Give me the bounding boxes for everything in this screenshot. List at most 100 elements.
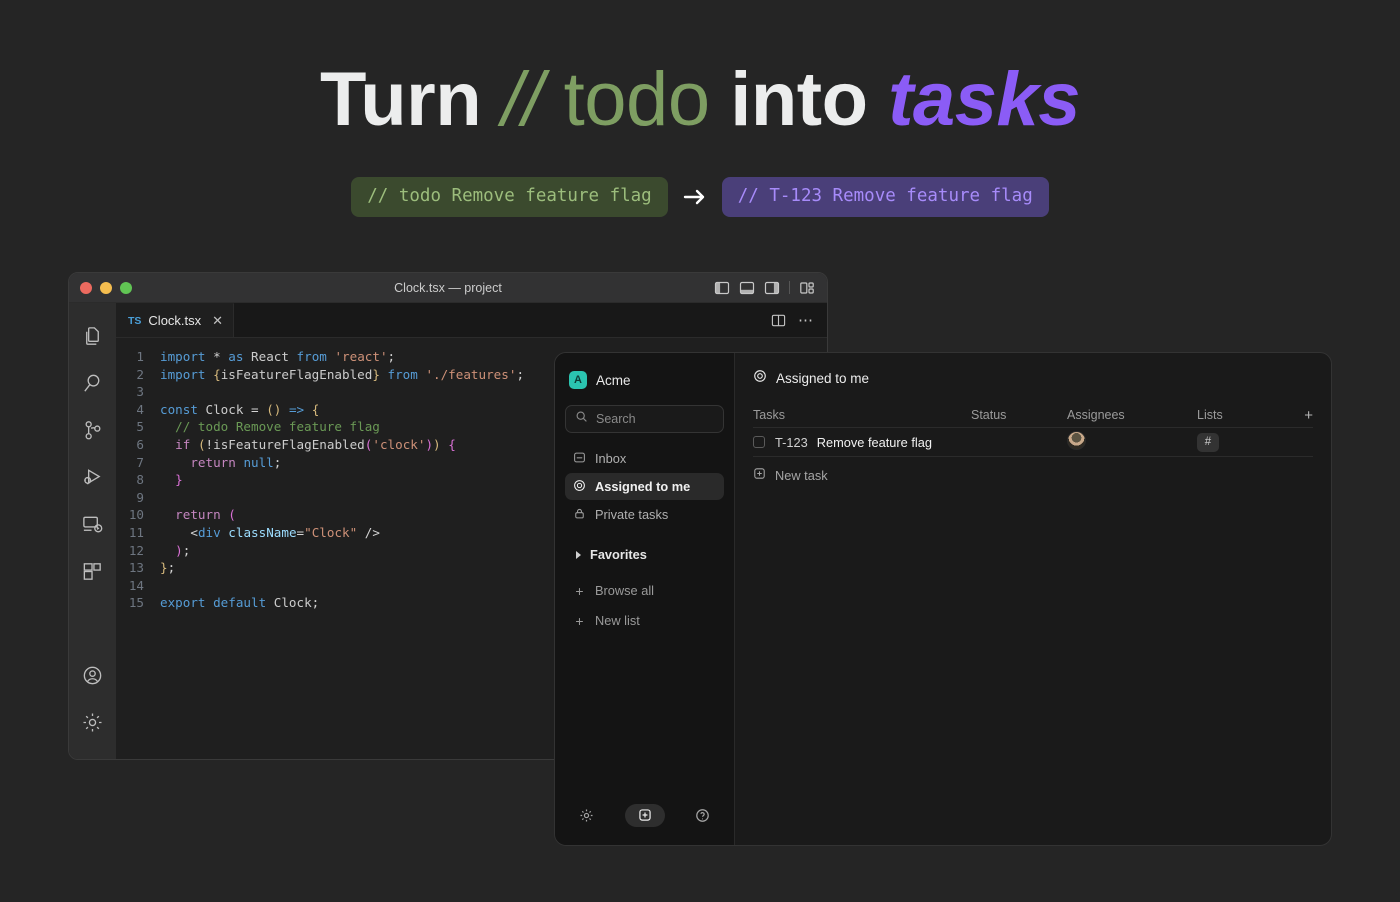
column-header-status[interactable]: Status [971, 408, 1067, 422]
target-icon [573, 479, 586, 495]
code-line-text: // todo Remove feature flag [160, 418, 380, 436]
hero-word-slashes: // [502, 57, 543, 142]
search-icon[interactable] [69, 360, 116, 407]
explorer-icon[interactable] [69, 313, 116, 360]
customize-layout-icon[interactable] [799, 280, 815, 296]
task-panel-window: A Acme Search Inbox [554, 352, 1332, 846]
search-placeholder: Search [596, 412, 636, 426]
sidebar-item-inbox[interactable]: Inbox [565, 445, 724, 472]
code-line-text [160, 577, 168, 595]
code-line-text [160, 489, 168, 507]
sidebar-group-favorites[interactable]: Favorites [565, 542, 724, 567]
workspace-avatar: A [569, 371, 587, 389]
account-icon[interactable] [69, 652, 116, 699]
hero-word-todo: todo [564, 57, 710, 142]
remote-explorer-icon[interactable] [69, 501, 116, 548]
source-control-icon[interactable] [69, 407, 116, 454]
task-checkbox[interactable] [753, 436, 765, 448]
sidebar-item-label: Assigned to me [595, 479, 690, 494]
add-column-button[interactable]: + [1293, 407, 1313, 424]
close-icon[interactable]: ✕ [212, 313, 223, 329]
avatar [1067, 431, 1086, 450]
code-line-text: const Clock = () => { [160, 401, 319, 419]
editor-titlebar: Clock.tsx — project [69, 273, 827, 303]
code-line-text [160, 383, 168, 401]
sidebar-item-new-list[interactable]: + New list [565, 607, 724, 634]
toolbar-divider [789, 281, 790, 294]
lists-cell[interactable]: # [1197, 433, 1293, 452]
new-task-label: New task [775, 468, 828, 483]
list-badge: # [1197, 433, 1219, 452]
inbox-icon [573, 451, 586, 467]
view-title: Assigned to me [776, 371, 869, 386]
column-header-tasks[interactable]: Tasks [753, 408, 971, 422]
page-title: Turn // todo into tasks [0, 52, 1400, 148]
task-main: Assigned to me Tasks Status Assignees Li… [735, 353, 1331, 845]
code-line-text: import * as React from 'react'; [160, 348, 395, 366]
window-controls[interactable] [69, 282, 132, 294]
more-actions-icon[interactable]: ⋯ [798, 313, 814, 328]
column-header-lists[interactable]: Lists [1197, 408, 1293, 422]
table-header: Tasks Status Assignees Lists + [753, 403, 1313, 427]
workspace-switcher[interactable]: A Acme [565, 365, 724, 391]
line-number: 13 [116, 559, 160, 577]
search-icon [575, 410, 588, 428]
line-number: 10 [116, 506, 160, 524]
assignees-cell[interactable] [1067, 431, 1197, 453]
tab-clock-tsx[interactable]: TS Clock.tsx ✕ [116, 303, 234, 337]
nav-actions: + Browse all + New list [565, 577, 724, 634]
todo-comment-badge: // todo Remove feature flag [351, 177, 667, 217]
settings-gear-icon[interactable] [69, 699, 116, 746]
page-root: Turn // todo into tasks // todo Remove f… [0, 0, 1400, 902]
plus-square-icon [753, 467, 766, 483]
column-header-assignees[interactable]: Assignees [1067, 408, 1197, 422]
split-editor-icon[interactable] [771, 313, 786, 328]
line-number: 2 [116, 366, 160, 384]
target-icon [753, 369, 767, 388]
extensions-icon[interactable] [69, 548, 116, 595]
task-cell[interactable]: T-123 Remove feature flag [753, 435, 971, 450]
arrow-right-icon [682, 186, 708, 208]
activity-bar [69, 303, 116, 760]
table-row[interactable]: T-123 Remove feature flag # [753, 427, 1313, 457]
sidebar-item-browse-all[interactable]: + Browse all [565, 577, 724, 604]
line-number: 4 [116, 401, 160, 419]
line-number: 8 [116, 471, 160, 489]
code-line-text: }; [160, 559, 175, 577]
line-number: 14 [116, 577, 160, 595]
transform-example: // todo Remove feature flag // T-123 Rem… [0, 177, 1400, 217]
triangle-right-icon [576, 551, 581, 559]
toggle-panel-icon[interactable] [739, 280, 755, 296]
sidebar-item-assigned-to-me[interactable]: Assigned to me [565, 473, 724, 500]
hero-word-turn: Turn [320, 57, 481, 142]
new-task-button[interactable]: New task [753, 461, 1313, 489]
task-comment-badge: // T-123 Remove feature flag [722, 177, 1049, 217]
gear-icon[interactable] [579, 808, 594, 823]
code-line-text: return null; [160, 454, 281, 472]
line-number: 6 [116, 436, 160, 454]
toggle-primary-sidebar-icon[interactable] [714, 280, 730, 296]
question-circle-icon[interactable] [695, 808, 710, 823]
hero-word-into: into [730, 57, 867, 142]
zoom-window-button[interactable] [120, 282, 132, 294]
sidebar-footer [565, 791, 724, 845]
code-line-text: if (!isFeatureFlagEnabled('clock')) { [160, 436, 456, 454]
close-window-button[interactable] [80, 282, 92, 294]
minimize-window-button[interactable] [100, 282, 112, 294]
task-title: Remove feature flag [817, 435, 932, 450]
sidebar-item-label: Inbox [595, 451, 626, 466]
tab-label: Clock.tsx [148, 313, 201, 328]
toggle-secondary-sidebar-icon[interactable] [764, 280, 780, 296]
sidebar-item-private-tasks[interactable]: Private tasks [565, 501, 724, 528]
editor-tabs: TS Clock.tsx ✕ ⋯ [116, 303, 827, 338]
line-number: 5 [116, 418, 160, 436]
line-number: 15 [116, 594, 160, 612]
add-task-button[interactable] [625, 804, 665, 827]
plus-icon: + [573, 613, 586, 629]
sidebar-item-label: Private tasks [595, 507, 668, 522]
code-line-text: } [160, 471, 183, 489]
layout-actions [714, 280, 827, 296]
search-input[interactable]: Search [565, 405, 724, 433]
line-number: 7 [116, 454, 160, 472]
run-and-debug-icon[interactable] [69, 454, 116, 501]
